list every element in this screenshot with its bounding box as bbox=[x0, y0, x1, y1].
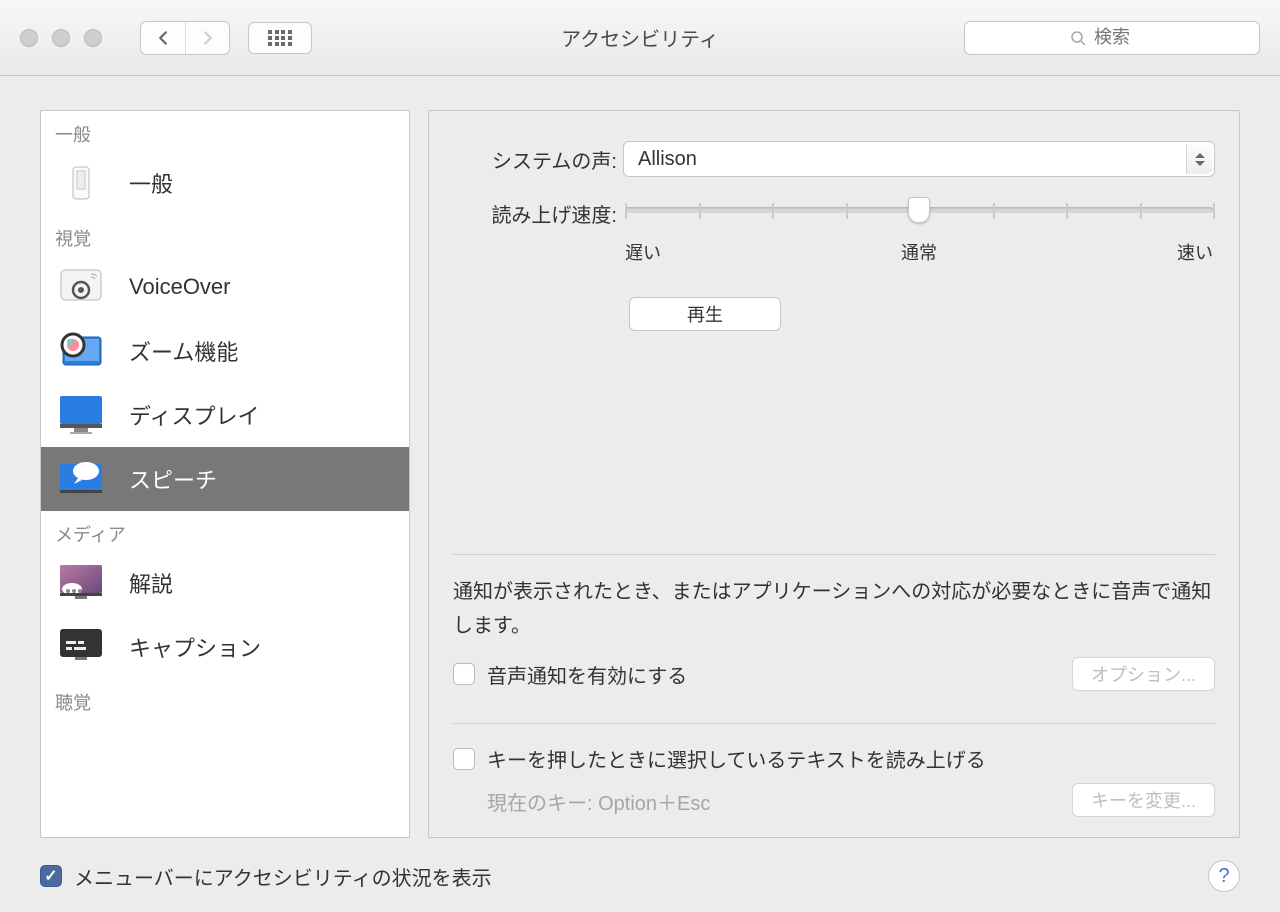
search-input[interactable] bbox=[1094, 27, 1154, 48]
sidebar-item-zoom[interactable]: ズーム機能 bbox=[41, 319, 409, 383]
sidebar-item-label: 解説 bbox=[129, 567, 173, 599]
play-button-label: 再生 bbox=[687, 301, 723, 327]
sidebar-section-hearing: 聴覚 bbox=[41, 679, 409, 719]
sidebar-section-vision: 視覚 bbox=[41, 215, 409, 255]
rate-tick-labels: 遅い 通常 速い bbox=[623, 239, 1215, 265]
rate-fast-label: 速い bbox=[1177, 239, 1213, 265]
footer: メニューバーにアクセシビリティの状況を表示 ? bbox=[0, 852, 1280, 912]
sidebar-item-label: ディスプレイ bbox=[129, 399, 259, 431]
sidebar-item-voiceover[interactable]: VoiceOver bbox=[41, 255, 409, 319]
window: アクセシビリティ 一般 一般 視覚 VoiceOver bbox=[0, 0, 1280, 912]
captions-icon bbox=[55, 627, 107, 667]
slider-thumb[interactable] bbox=[908, 197, 930, 223]
menubar-status-checkbox[interactable] bbox=[40, 865, 62, 887]
main-panel: システムの声: Allison 読み上げ速度: bbox=[428, 110, 1240, 838]
system-voice-row: システムの声: Allison bbox=[453, 141, 1215, 177]
sidebar-item-speech[interactable]: スピーチ bbox=[41, 447, 409, 511]
grid-icon bbox=[268, 30, 292, 46]
sidebar-item-label: VoiceOver bbox=[129, 274, 231, 300]
content: 一般 一般 視覚 VoiceOver ズーム機能 bbox=[0, 76, 1280, 852]
system-voice-label: システムの声: bbox=[453, 145, 623, 174]
current-key-label: 現在のキー: Option＋Esc bbox=[487, 787, 710, 816]
sidebar-item-descriptions[interactable]: 解説 bbox=[41, 551, 409, 615]
toolbar: アクセシビリティ bbox=[0, 0, 1280, 76]
descriptions-icon bbox=[55, 563, 107, 603]
voiceover-icon bbox=[55, 267, 107, 307]
enable-announcements-label: 音声通知を有効にする bbox=[487, 660, 687, 689]
help-button[interactable]: ? bbox=[1208, 860, 1240, 892]
general-icon bbox=[55, 163, 107, 203]
speaking-rate-slider-area: 遅い 通常 速い bbox=[623, 195, 1215, 265]
speaking-rate-label: 読み上げ速度: bbox=[453, 195, 623, 228]
close-icon[interactable] bbox=[20, 29, 38, 47]
nav-segment bbox=[140, 21, 230, 55]
sidebar-item-general[interactable]: 一般 bbox=[41, 151, 409, 215]
play-button[interactable]: 再生 bbox=[629, 297, 781, 331]
sidebar-item-label: スピーチ bbox=[129, 463, 217, 495]
display-icon bbox=[55, 395, 107, 435]
search-icon bbox=[1070, 30, 1086, 46]
system-voice-select[interactable]: Allison bbox=[623, 141, 1215, 177]
minimize-icon[interactable] bbox=[52, 29, 70, 47]
sidebar: 一般 一般 視覚 VoiceOver ズーム機能 bbox=[40, 110, 410, 838]
speak-selected-row: キーを押したときに選択しているテキストを読み上げる bbox=[453, 744, 1215, 773]
speak-selected-label: キーを押したときに選択しているテキストを読み上げる bbox=[487, 744, 986, 773]
menubar-status-label: メニューバーにアクセシビリティの状況を表示 bbox=[74, 862, 492, 891]
system-voice-value: Allison bbox=[638, 148, 697, 171]
divider bbox=[453, 723, 1215, 724]
sidebar-item-captions[interactable]: キャプション bbox=[41, 615, 409, 679]
rate-normal-label: 通常 bbox=[901, 239, 937, 265]
speaking-rate-slider[interactable] bbox=[625, 207, 1213, 213]
change-key-button[interactable]: キーを変更... bbox=[1072, 783, 1215, 817]
announce-description: 通知が表示されたとき、またはアプリケーションへの対応が必要なときに音声で通知しま… bbox=[453, 575, 1215, 643]
enable-announcements-row: 音声通知を有効にする オプション... bbox=[453, 657, 1215, 691]
divider bbox=[453, 554, 1215, 555]
sidebar-section-media: メディア bbox=[41, 511, 409, 551]
show-all-button[interactable] bbox=[248, 22, 312, 54]
enable-announcements-checkbox[interactable] bbox=[453, 663, 475, 685]
sidebar-item-label: ズーム機能 bbox=[129, 335, 238, 367]
speech-icon bbox=[55, 459, 107, 499]
sidebar-section-general: 一般 bbox=[41, 111, 409, 151]
zoom-icon[interactable] bbox=[84, 29, 102, 47]
options-button[interactable]: オプション... bbox=[1072, 657, 1215, 691]
search-field[interactable] bbox=[964, 21, 1260, 55]
select-stepper-icon bbox=[1186, 144, 1212, 174]
traffic-lights bbox=[20, 29, 102, 47]
sidebar-item-label: キャプション bbox=[129, 631, 261, 663]
speak-selected-checkbox[interactable] bbox=[453, 748, 475, 770]
sidebar-item-label: 一般 bbox=[129, 167, 173, 199]
forward-button[interactable] bbox=[185, 22, 229, 54]
back-button[interactable] bbox=[141, 22, 185, 54]
sidebar-item-display[interactable]: ディスプレイ bbox=[41, 383, 409, 447]
zoom-icon bbox=[55, 331, 107, 371]
rate-slow-label: 遅い bbox=[625, 239, 661, 265]
speaking-rate-row: 読み上げ速度: 遅い bbox=[453, 195, 1215, 265]
